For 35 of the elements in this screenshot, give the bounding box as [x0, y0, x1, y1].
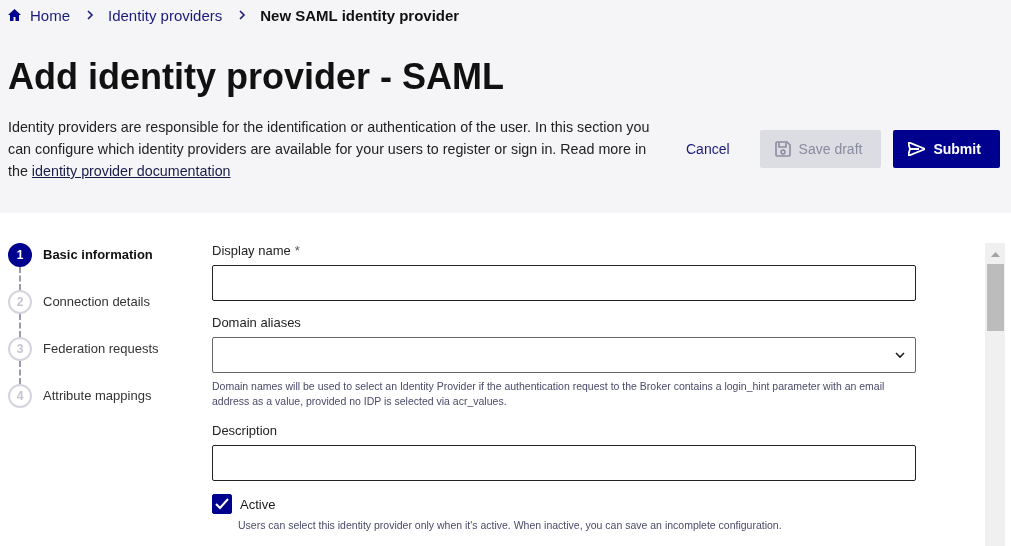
text-input[interactable]	[212, 265, 916, 301]
select-field[interactable]	[212, 337, 916, 373]
breadcrumb-current: New SAML identity provider	[260, 6, 460, 24]
checkbox-label: Active	[240, 496, 276, 512]
cancel-button[interactable]: Cancel	[686, 130, 748, 168]
step-number: 3	[8, 337, 32, 361]
scrollbar[interactable]	[985, 243, 1005, 546]
step-link[interactable]: Connection details	[43, 290, 150, 337]
breadcrumb-link[interactable]: Identity providers	[108, 6, 223, 24]
text-input[interactable]	[212, 445, 916, 481]
scroll-up-icon	[990, 252, 1000, 257]
help-text: Users can select this identity provider only when it's active. When inactive, you can save an incomplete configuration.	[238, 518, 783, 533]
scrollbar-thumb[interactable]	[986, 264, 1004, 331]
chevron-right-icon	[86, 9, 94, 21]
field-label: Description	[212, 423, 278, 438]
step-link[interactable]: Basic information	[43, 243, 153, 290]
step-number: 4	[8, 384, 32, 408]
step-link[interactable]: Federation requests	[43, 337, 159, 384]
documentation-link[interactable]: identity provider documentation	[31, 163, 231, 179]
home-icon	[8, 9, 21, 21]
step-link[interactable]: Attribute mappings	[43, 384, 152, 408]
step-number: 1	[8, 243, 32, 267]
chevron-down-icon	[895, 351, 905, 359]
chevron-right-icon	[238, 9, 247, 21]
description-text: Identity providers are responsible for the identification or authentication of the user. In this section you can configure which identity providers are available for your users to register or sign in. Read more in the identity provider documentation	[8, 118, 651, 181]
step-number: 2	[8, 290, 32, 314]
help-text: Domain names will be used to select an Identity Provider if the authentication request to the Broker contains a login_hint parameter with an email address as a value, provided no IDP is selected via acr_values.	[212, 379, 886, 409]
send-icon	[908, 142, 926, 156]
checkbox[interactable]	[212, 494, 232, 514]
home-link[interactable]: Home	[8, 6, 70, 24]
page-title: Add identity provider - SAML	[8, 55, 505, 99]
field-label: Display name	[212, 243, 291, 258]
submit-button[interactable]: Submit	[893, 130, 1000, 168]
required-mark: *	[294, 243, 300, 258]
field-label: Domain aliases	[212, 315, 301, 330]
